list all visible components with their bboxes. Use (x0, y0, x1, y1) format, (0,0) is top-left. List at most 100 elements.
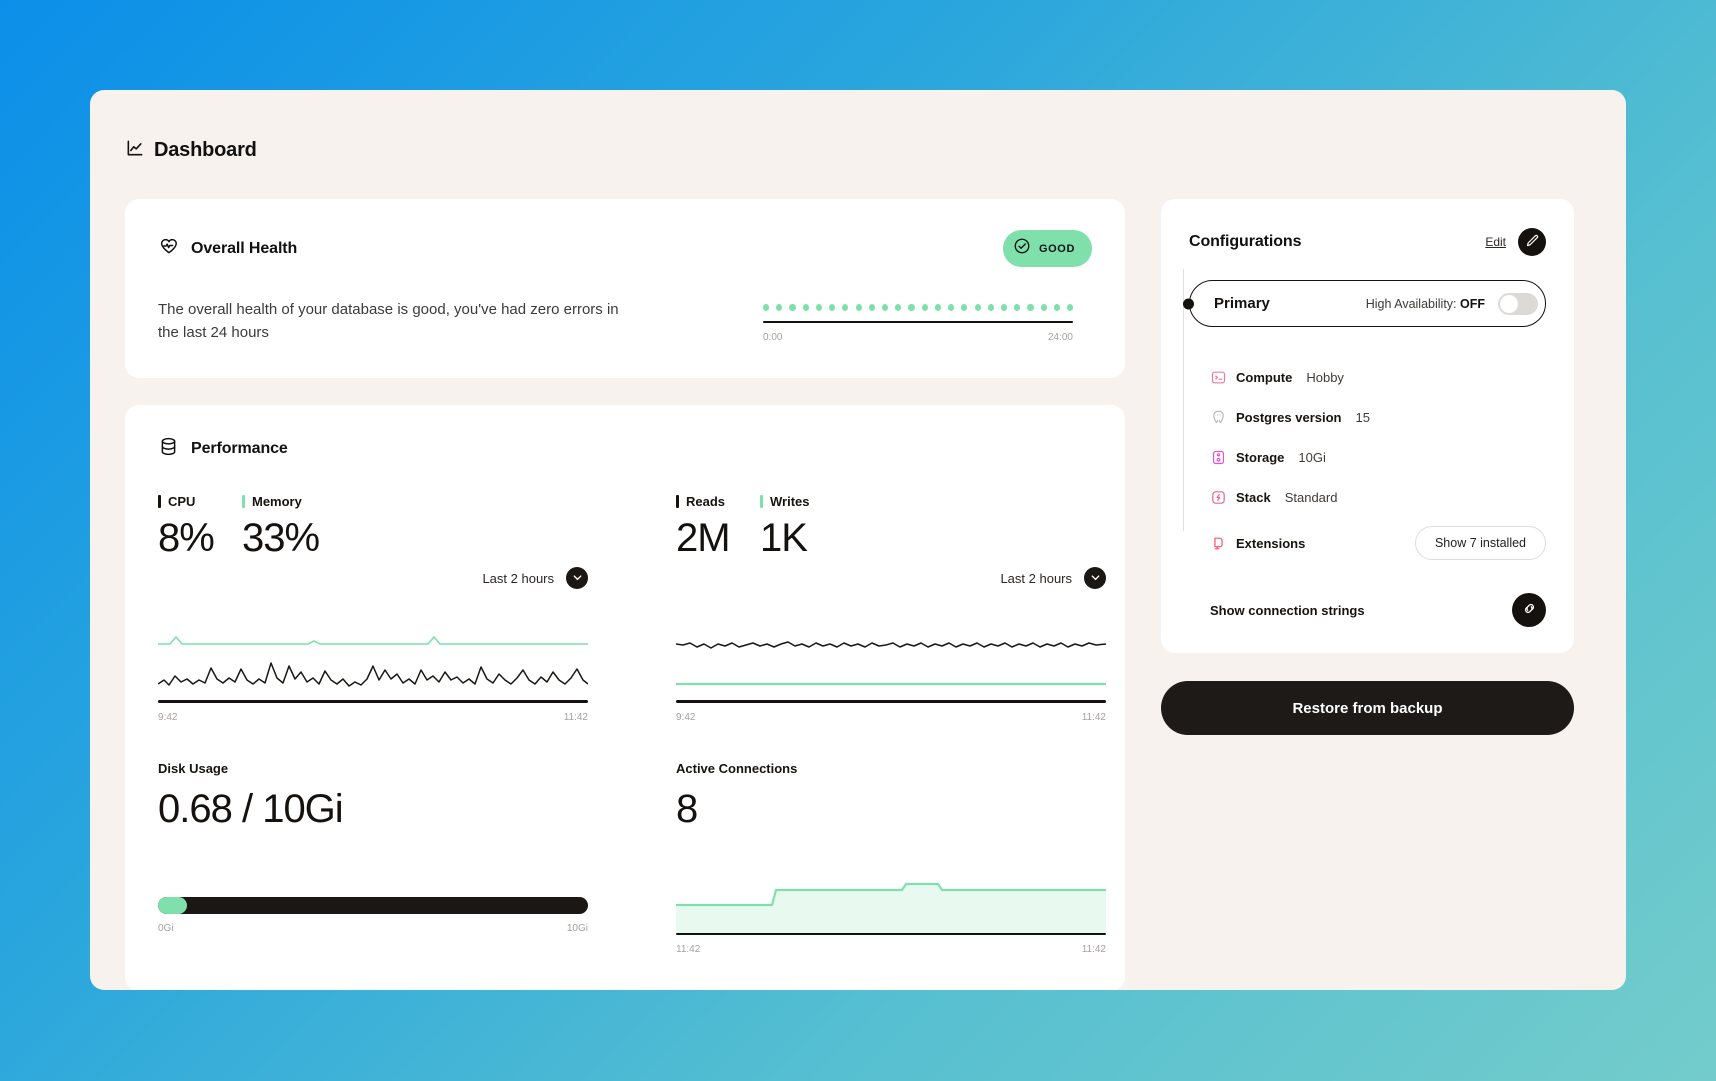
config-row-compute: Compute Hobby (1210, 357, 1546, 397)
metric-label-reads: Reads (676, 494, 760, 509)
postgres-icon (1210, 409, 1236, 426)
disk-usage-progress-fill (158, 896, 188, 914)
health-dot (921, 303, 928, 311)
show-connection-strings-label: Show connection strings (1210, 602, 1365, 618)
stack-icon (1210, 489, 1236, 506)
metric-label-writes: Writes (760, 494, 810, 509)
health-timeline-chart: 0:00 24:00 (763, 298, 1074, 345)
health-dot (1000, 303, 1008, 311)
active-connections-title: Active Connections (676, 760, 798, 776)
config-key: Extensions (1236, 535, 1306, 551)
cpu-color-tick (158, 495, 161, 508)
config-row-postgres-version: Postgres version 15 (1210, 397, 1546, 437)
cpu-memory-labels: CPU Memory (158, 494, 588, 509)
health-dot (974, 303, 981, 311)
health-dot (987, 303, 994, 311)
high-availability-label: High Availability: OFF (1365, 296, 1485, 311)
primary-node-label: Primary (1214, 295, 1270, 312)
link-icon (1521, 600, 1538, 620)
reads-label: Reads (686, 494, 726, 509)
config-key: Stack (1236, 489, 1271, 505)
overall-health-title-group: Overall Health (158, 236, 297, 262)
active-connections-value: 8 (676, 786, 698, 831)
health-dot (815, 303, 822, 311)
restore-from-backup-button[interactable]: Restore from backup (1161, 681, 1574, 735)
disk-usage-block: Disk Usage 0.68 / 10Gi 0Gi 10Gi (158, 761, 588, 934)
config-tree-line (1183, 269, 1184, 531)
overall-health-body: The overall health of your database is g… (158, 298, 1092, 345)
health-dot (948, 303, 955, 311)
active-connections-axis-end: 11:42 (1081, 944, 1106, 955)
config-row-extensions: Extensions Show 7 installed (1210, 517, 1546, 569)
config-row-stack: Stack Standard (1210, 477, 1546, 517)
cpu-value: 8% (158, 516, 215, 560)
reads-writes-axis-labels: 9:42 11:42 (676, 712, 1106, 723)
reads-writes-sparkline (676, 622, 1106, 700)
config-value: 10Gi (1298, 449, 1326, 465)
line-chart-icon (125, 138, 145, 163)
writes-color-tick (760, 495, 763, 508)
active-connections-axis-labels: 11:42 11:42 (676, 944, 1106, 955)
overall-health-header: Overall Health GOOD (158, 230, 1092, 267)
health-dot (895, 303, 902, 311)
writes-value: 1K (760, 516, 808, 560)
health-dot (961, 303, 968, 311)
cpu-memory-axis-start: 9:42 (158, 711, 178, 723)
health-dot (842, 303, 849, 311)
cpu-memory-range-selector[interactable]: Last 2 hours (158, 567, 588, 589)
reads-value: 2M (676, 516, 731, 560)
memory-color-tick (242, 495, 245, 508)
pencil-icon (1525, 233, 1540, 251)
high-availability-toggle[interactable] (1498, 292, 1538, 315)
health-dot (1067, 303, 1074, 311)
health-dot (829, 303, 836, 311)
performance-title-group: Performance (158, 436, 1092, 462)
show-installed-extensions-button[interactable]: Show 7 installed (1414, 526, 1546, 560)
primary-node-row[interactable]: Primary High Availability: OFF (1183, 280, 1546, 327)
overall-health-description: The overall health of your database is g… (158, 301, 619, 342)
reads-writes-panel: Reads Writes 2M 1K Last 2 hours 9:42 11:… (676, 494, 1106, 955)
cpu-memory-range-dropdown-button[interactable] (566, 567, 588, 589)
configurations-header-actions: Edit (1485, 228, 1546, 256)
health-dots (763, 300, 1074, 314)
reads-color-tick (676, 495, 679, 508)
performance-card: Performance CPU Memory 8% 33% Last 2 hou… (125, 405, 1125, 990)
configurations-title: Configurations (1189, 233, 1302, 250)
extension-icon (1210, 535, 1236, 552)
left-column: Overall Health GOOD The overall health o… (125, 199, 1125, 990)
memory-label: Memory (252, 494, 302, 509)
storage-icon (1210, 449, 1236, 466)
dashboard-window: Dashboard Overall Health GOOD The overal… (90, 90, 1626, 990)
toggle-knob (1500, 294, 1518, 313)
configuration-rows: Compute Hobby Postgres version 15 Storag… (1189, 357, 1546, 569)
cpu-label: CPU (168, 494, 196, 509)
overall-health-title: Overall Health (191, 239, 298, 257)
active-connections-chart (676, 857, 1106, 933)
config-key: Compute (1236, 369, 1293, 385)
active-connections-axis-rule (676, 932, 1106, 935)
performance-title: Performance (191, 440, 288, 457)
status-badge: GOOD (1002, 230, 1092, 267)
edit-configurations-button[interactable] (1518, 228, 1546, 256)
overall-health-card: Overall Health GOOD The overall health o… (125, 199, 1125, 378)
health-dot (763, 303, 770, 311)
reads-writes-values: 2M 1K (676, 518, 1106, 558)
config-value: 15 (1355, 409, 1370, 425)
reads-writes-range-dropdown-button[interactable] (1084, 567, 1106, 589)
health-dot (802, 303, 809, 311)
show-connection-strings-row[interactable]: Show connection strings (1189, 593, 1546, 627)
health-dot (881, 303, 889, 311)
reads-writes-axis-rule (676, 700, 1106, 703)
show-connection-strings-button[interactable] (1512, 593, 1546, 627)
edit-link[interactable]: Edit (1485, 235, 1506, 249)
health-dot (934, 303, 941, 311)
health-dot (868, 303, 875, 311)
config-value: Hobby (1306, 369, 1344, 385)
disk-usage-axis-start: 0Gi (158, 922, 174, 934)
health-dot (1014, 303, 1021, 311)
reads-writes-range-label: Last 2 hours (1000, 570, 1072, 586)
config-key: Postgres version (1236, 409, 1342, 425)
reads-writes-range-selector[interactable]: Last 2 hours (676, 567, 1106, 589)
chevron-down-icon (572, 571, 583, 586)
config-row-storage: Storage 10Gi (1210, 437, 1546, 477)
